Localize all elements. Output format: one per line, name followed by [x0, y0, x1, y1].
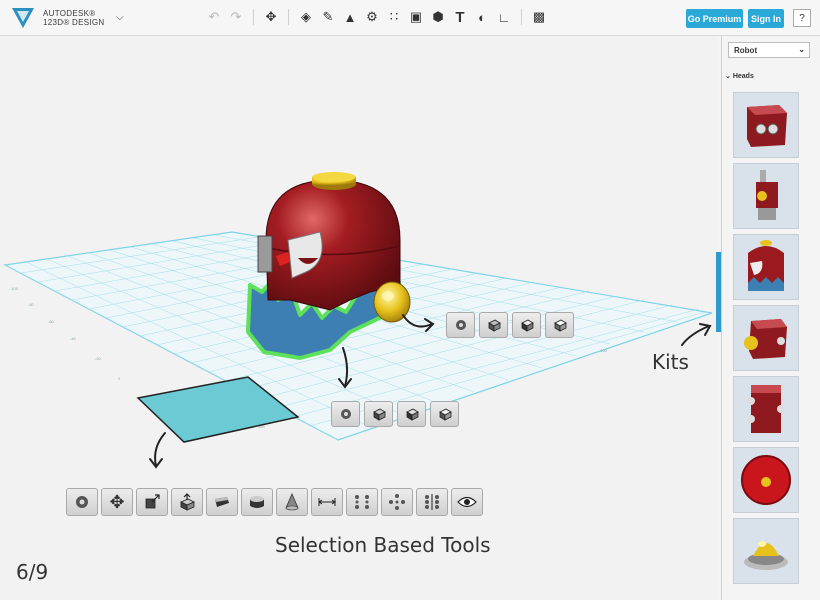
pattern-array-icon[interactable]	[381, 488, 413, 516]
svg-text:100: 100	[600, 348, 607, 353]
transform-icon[interactable]: ✥	[260, 6, 282, 28]
sign-in-button[interactable]: Sign In	[748, 9, 784, 28]
kits-caption: Kits	[652, 350, 689, 374]
svg-text:-40: -40	[70, 336, 77, 341]
primitives-icon[interactable]: ◈	[295, 6, 317, 28]
category-heads[interactable]: ⌄ Heads	[725, 72, 754, 80]
sweep-icon[interactable]	[397, 401, 426, 427]
kit-thumbnail[interactable]	[733, 163, 799, 229]
brand-line2: 123D® DESIGN	[43, 18, 105, 27]
chevron-down-icon: ⌄	[798, 45, 805, 54]
page-counter: 6/9	[16, 560, 49, 584]
fillet-icon[interactable]	[545, 312, 574, 338]
move-icon[interactable]: ✥	[101, 488, 133, 516]
measure-icon[interactable]: ∟	[493, 6, 515, 28]
kit-thumbnail[interactable]	[733, 92, 799, 158]
split-solid-icon[interactable]	[241, 488, 273, 516]
kit-thumbnail[interactable]	[733, 234, 799, 300]
svg-text:-80: -80	[28, 302, 35, 307]
svg-text:-100: -100	[10, 286, 19, 291]
kits-panel: Robot ⌄ ⌄ Heads	[721, 36, 820, 600]
kit-select[interactable]: Robot ⌄	[728, 42, 810, 58]
help-button[interactable]: ?	[793, 9, 811, 27]
sketch-icon[interactable]: ✎	[317, 6, 339, 28]
align-icon[interactable]	[346, 488, 378, 516]
autodesk-logo-icon[interactable]	[12, 8, 34, 28]
canvas-viewport[interactable]: -100 -80 -60 -40 -20 0 100 100 ✥ Selecti…	[0, 36, 717, 600]
svg-text:-20: -20	[95, 356, 102, 361]
scale-icon[interactable]	[136, 488, 168, 516]
brand-line1: AUTODESK®	[43, 9, 96, 18]
press-pull-icon[interactable]	[479, 312, 508, 338]
grouping-icon[interactable]: ▣	[405, 6, 427, 28]
revolve-icon[interactable]	[430, 401, 459, 427]
measure-distance-icon[interactable]	[311, 488, 343, 516]
chevron-down-icon: ⌄	[725, 73, 731, 80]
kit-thumbnail[interactable]	[733, 447, 799, 513]
undo-icon[interactable]: ↶	[203, 6, 225, 28]
construct-icon[interactable]: ▲	[339, 6, 361, 28]
shell-icon[interactable]	[206, 488, 238, 516]
kit-thumbnail[interactable]	[733, 518, 799, 584]
face-tools	[446, 312, 574, 338]
extrude-icon[interactable]	[364, 401, 393, 427]
settings-gear-icon[interactable]	[446, 312, 475, 338]
tweak-icon[interactable]	[512, 312, 541, 338]
selection-tools-caption: Selection Based Tools	[275, 533, 491, 557]
combine-icon[interactable]: ⬢	[427, 6, 449, 28]
extrude-up-icon[interactable]	[171, 488, 203, 516]
material-icon[interactable]: ▩	[528, 6, 550, 28]
kit-select-value: Robot	[734, 46, 758, 55]
category-label: Heads	[732, 73, 754, 80]
selection-tools: ✥	[66, 488, 483, 516]
snap-icon[interactable]: ◐	[471, 6, 493, 28]
main-tools: ↶ ↷ ✥ ◈ ✎ ▲ ⚙ ∷ ▣ ⬢ T ◐ ∟ ▩	[203, 6, 550, 28]
app-brand[interactable]: AUTODESK® 123D® DESIGN	[43, 9, 105, 27]
toolbar-divider	[253, 9, 254, 25]
toolbar-divider	[288, 9, 289, 25]
pattern-icon[interactable]: ∷	[383, 6, 405, 28]
chevron-down-icon[interactable]: ⌵	[116, 12, 124, 23]
mirror-icon[interactable]	[416, 488, 448, 516]
sketch-tools	[331, 401, 459, 427]
text-icon[interactable]: T	[449, 6, 471, 28]
settings-gear-icon[interactable]	[331, 401, 360, 427]
settings-gear-icon[interactable]	[66, 488, 98, 516]
cone-icon[interactable]	[276, 488, 308, 516]
top-toolbar: AUTODESK® 123D® DESIGN ⌵ ↶ ↷ ✥ ◈ ✎ ▲ ⚙ ∷…	[0, 0, 820, 36]
svg-text:-60: -60	[48, 319, 55, 324]
kit-thumbnail[interactable]	[733, 376, 799, 442]
go-premium-button[interactable]: Go Premium	[686, 9, 743, 28]
redo-icon[interactable]: ↷	[225, 6, 247, 28]
modify-icon[interactable]: ⚙	[361, 6, 383, 28]
eye-icon[interactable]	[451, 488, 483, 516]
kit-thumbnail[interactable]	[733, 305, 799, 371]
toolbar-divider	[521, 9, 522, 25]
svg-text:0: 0	[118, 376, 121, 381]
